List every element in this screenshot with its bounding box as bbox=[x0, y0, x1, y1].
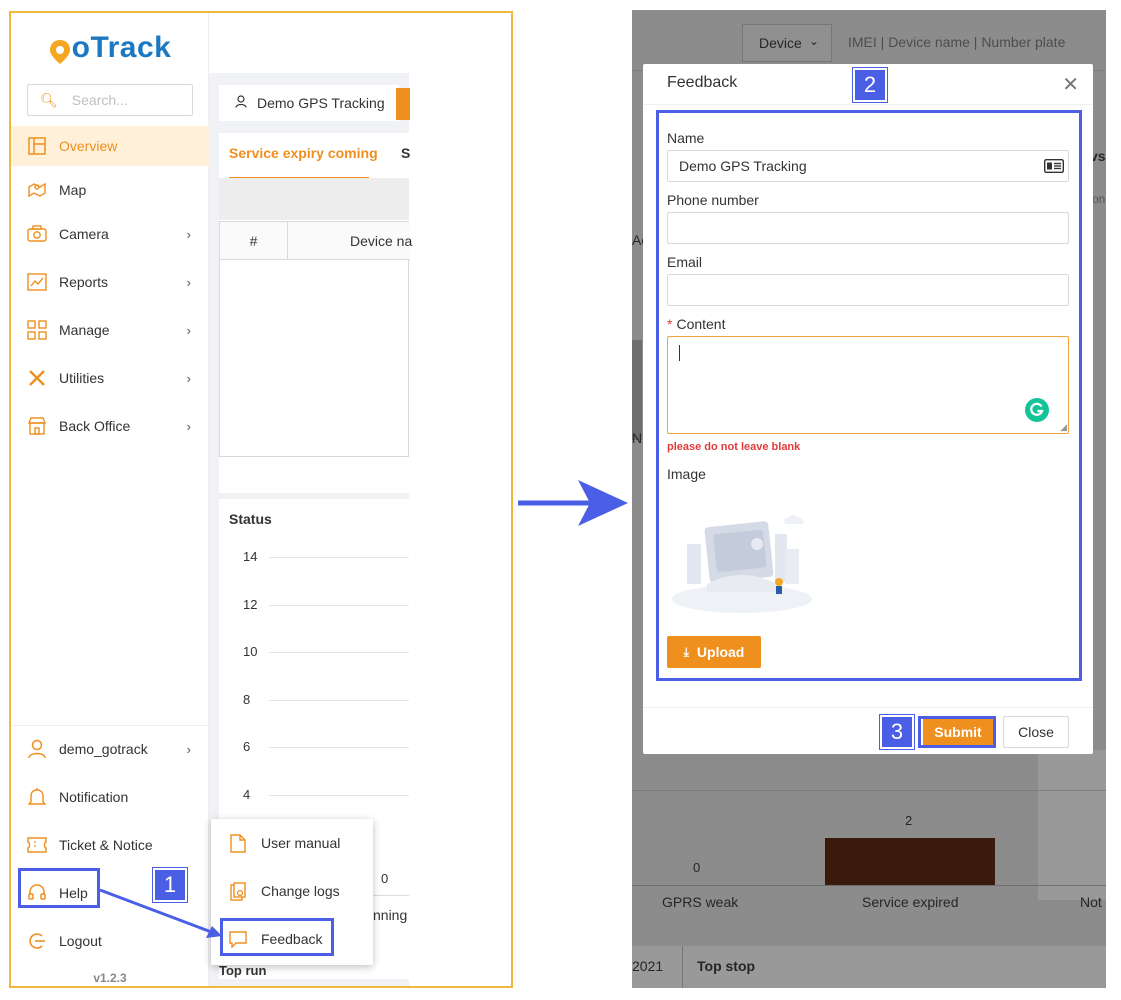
background-bar-fragment bbox=[632, 340, 642, 440]
device-search-input[interactable]: IMEI | Device name | Number plate bbox=[848, 34, 1065, 50]
device-select-label: Device bbox=[759, 35, 802, 51]
close-button[interactable]: Close bbox=[1003, 716, 1069, 748]
chart-axis bbox=[632, 885, 1106, 886]
year-label: 2021 bbox=[632, 958, 664, 974]
annotation-step-3: 3 bbox=[880, 715, 914, 749]
partial-label-onl: onl bbox=[1092, 192, 1106, 206]
annotation-form-highlight bbox=[656, 110, 1082, 681]
bar-label-gprs-weak: GPRS weak bbox=[662, 894, 739, 910]
partial-label-n: N bbox=[632, 430, 643, 446]
modal-title: Feedback bbox=[667, 74, 738, 91]
bar-label-not: Not bbox=[1080, 894, 1102, 910]
background-card-fragment bbox=[1038, 750, 1106, 900]
chart-gridline bbox=[632, 790, 1106, 791]
annotation-step-2: 2 bbox=[853, 68, 887, 102]
bottom-strip-divider bbox=[682, 946, 683, 988]
top-stop-title: Top stop bbox=[697, 958, 756, 974]
bar-value-gprs-weak: 0 bbox=[693, 860, 701, 875]
annotation-submit-highlight bbox=[918, 716, 996, 748]
modal-header-divider bbox=[643, 104, 1093, 105]
bar-service-expired bbox=[825, 838, 995, 885]
close-icon[interactable]: ✕ bbox=[1062, 72, 1079, 97]
modal-footer-divider bbox=[643, 707, 1093, 708]
bar-label-service-expired: Service expired bbox=[862, 894, 959, 910]
chevron-down-icon: ⌄ bbox=[809, 34, 820, 48]
bar-value-service-expired: 2 bbox=[905, 813, 913, 828]
